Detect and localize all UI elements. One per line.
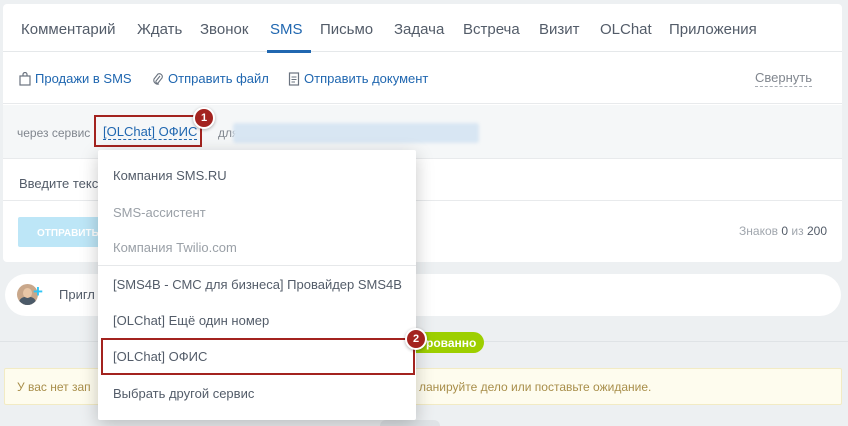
plus-icon[interactable]: +: [33, 283, 43, 301]
tab-wait[interactable]: Ждать: [137, 21, 182, 38]
tab-email[interactable]: Письмо: [320, 21, 373, 38]
dropdown-separator: [98, 265, 416, 266]
dropdown-item-twilio: Компания Twilio.com: [113, 240, 237, 255]
highlight-frame-option: [101, 338, 415, 375]
tab-task[interactable]: Задача: [394, 21, 444, 38]
invite-text: Пригл: [59, 287, 95, 302]
activity-tabs: Комментарий Ждать Звонок SMS Письмо Зада…: [3, 4, 842, 53]
tab-visit[interactable]: Визит: [539, 21, 580, 38]
document-icon: [288, 71, 300, 86]
char-counter-max: 200: [806, 224, 827, 238]
highlight-frame-service: [94, 115, 202, 147]
step-marker-1: 1: [193, 107, 215, 129]
message-input[interactable]: Введите текс: [19, 176, 98, 191]
tab-comment[interactable]: Комментарий: [21, 21, 115, 38]
dropdown-item-olchat-another[interactable]: [OLChat] Ещё один номер: [113, 313, 269, 328]
paperclip-icon: [153, 72, 163, 85]
tab-meeting[interactable]: Встреча: [463, 21, 520, 38]
collapse-link[interactable]: Свернуть: [755, 70, 813, 87]
notice-text-left: У вас нет зап: [17, 380, 91, 394]
send-button[interactable]: ОТПРАВИТЬ: [18, 217, 108, 247]
timeline-pill: [380, 420, 440, 426]
sms-toolbar: Продажи в SMS Отправить файл Отправить д…: [3, 53, 842, 104]
char-counter-count: 0: [781, 224, 789, 238]
sales-in-sms-button[interactable]: Продажи в SMS: [19, 71, 132, 86]
send-document-button[interactable]: Отправить документ: [288, 71, 428, 86]
dropdown-item-sms-assistant: SMS-ассистент: [113, 205, 206, 220]
dropdown-item-sms-ru[interactable]: Компания SMS.RU: [113, 168, 227, 183]
tab-sms[interactable]: SMS: [270, 21, 303, 38]
recipient-phone-redacted[interactable]: [233, 123, 479, 143]
char-counter-label: Знаков: [739, 224, 779, 238]
dropdown-item-choose-other[interactable]: Выбрать другой сервис: [113, 386, 254, 401]
via-service-label: через сервис: [17, 126, 91, 140]
send-document-label: Отправить документ: [304, 71, 429, 86]
notice-text-right: ланируйте дело или поставьте ожидание.: [419, 380, 652, 394]
tab-call[interactable]: Звонок: [200, 21, 248, 38]
bag-icon: [19, 71, 31, 86]
tab-olchat[interactable]: OLChat: [600, 21, 652, 38]
char-counter-of: из: [791, 224, 804, 238]
step-marker-2: 2: [405, 328, 427, 350]
char-counter: Знаков 0 из 200: [739, 224, 827, 238]
send-file-button[interactable]: Отправить файл: [152, 71, 269, 86]
sales-in-sms-label: Продажи в SMS: [35, 71, 132, 86]
tab-apps[interactable]: Приложения: [669, 21, 757, 38]
service-dropdown: Компания SMS.RU SMS-ассистент Компания T…: [98, 150, 416, 420]
dropdown-item-sms4b[interactable]: [SMS4B - СМС для бизнеса] Провайдер SMS4…: [113, 277, 402, 292]
send-file-label: Отправить файл: [168, 71, 269, 86]
